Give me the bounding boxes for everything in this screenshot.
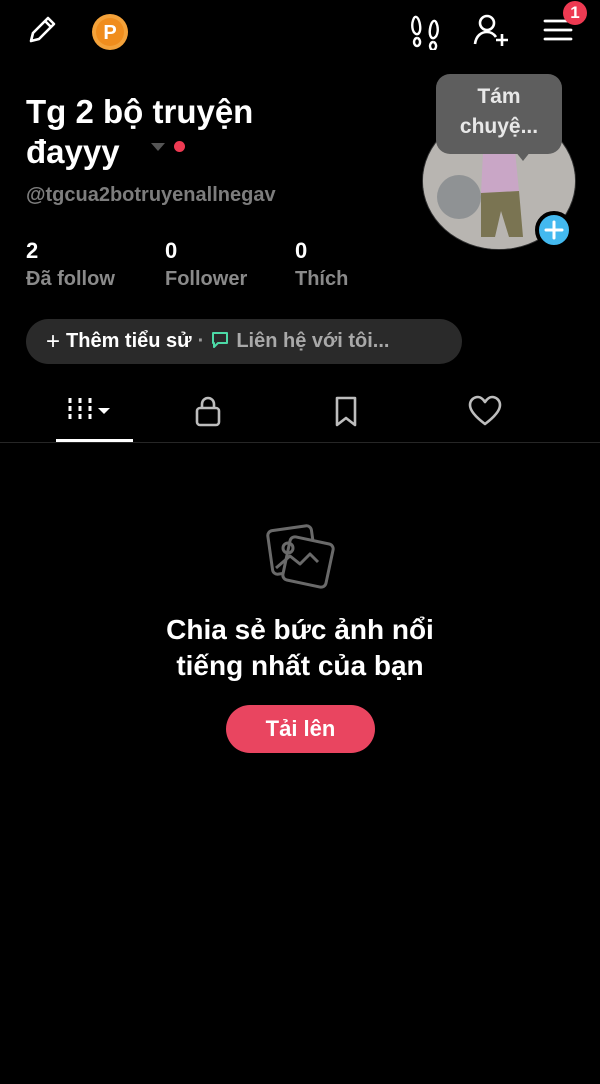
photos-icon (266, 522, 336, 592)
top-bar: P 1 (0, 0, 600, 62)
bio-pill[interactable]: + Thêm tiểu sử · Liên hệ với tôi... (26, 319, 462, 364)
display-name: Tg 2 bộ truyện đayyy (26, 93, 254, 170)
notification-badge: 1 (563, 1, 587, 25)
heart-icon (467, 394, 547, 428)
empty-state-title-line2: tiếng nhất của bạn (176, 650, 424, 681)
tab-private[interactable] (192, 380, 272, 442)
add-user-icon[interactable] (472, 12, 510, 48)
status-bubble[interactable]: Tám chuyệ... (436, 74, 562, 154)
bookmark-icon (330, 394, 410, 428)
followers-label: Follower (165, 268, 248, 290)
grid-dropdown-icon (54, 394, 134, 428)
active-tab-indicator (56, 439, 133, 442)
stat-likes[interactable]: 0 Thích (295, 238, 348, 291)
tab-posts[interactable] (54, 380, 134, 442)
username: @tgcua2botruyenallnegav (26, 184, 276, 206)
empty-state-title: Chia sẻ bức ảnh nổi tiếng nhất của bạn (100, 612, 500, 684)
svg-text:P: P (103, 22, 116, 44)
lock-icon (192, 394, 272, 428)
tab-saved[interactable] (330, 380, 410, 442)
upload-button[interactable]: Tải lên (226, 705, 375, 753)
profile-tabs (0, 380, 600, 443)
likes-count: 0 (295, 238, 308, 263)
likes-label: Thích (295, 268, 349, 290)
following-label: Đã follow (26, 268, 115, 290)
following-count: 2 (26, 238, 39, 263)
stat-following[interactable]: 2 Đã follow (26, 238, 115, 291)
separator-dot: · (197, 330, 205, 352)
tab-liked[interactable] (467, 380, 547, 442)
add-story-button[interactable] (535, 211, 573, 249)
plus-icon: + (46, 327, 61, 355)
empty-state-title-line1: Chia sẻ bức ảnh nổi (166, 614, 434, 645)
contact-me-link[interactable]: Liên hệ với tôi... (236, 330, 389, 353)
followers-count: 0 (165, 238, 178, 263)
stat-followers[interactable]: 0 Follower (165, 238, 247, 291)
add-bio-button[interactable]: Thêm tiểu sử (66, 330, 192, 353)
coin-icon[interactable]: P (90, 12, 130, 52)
status-bubble-tail (515, 151, 531, 161)
edit-icon[interactable] (24, 12, 60, 48)
new-indicator-dot (174, 141, 185, 152)
chat-bubble-icon (210, 330, 230, 353)
footprint-icon[interactable] (408, 12, 444, 50)
dropdown-caret-icon[interactable] (150, 142, 166, 152)
